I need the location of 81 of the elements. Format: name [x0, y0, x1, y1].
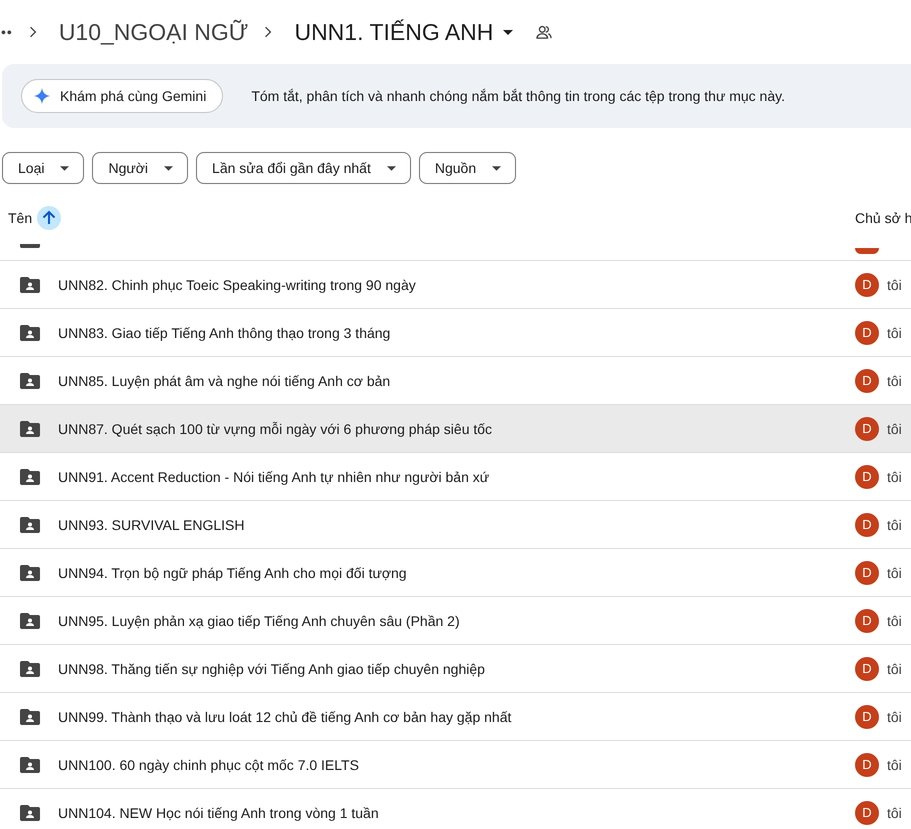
folder-row[interactable]: UNN94. Trọn bộ ngữ pháp Tiếng Anh cho mọi đối tượng D tôi — [0, 549, 911, 597]
chevron-right-icon — [264, 26, 272, 38]
shared-folder-icon — [20, 660, 40, 676]
folder-name: UNN83. Giao tiếp Tiếng Anh thông thạo trong 3 tháng — [58, 324, 390, 340]
avatar: D — [855, 320, 879, 344]
folder-name: UNN95. Luyện phản xạ giao tiếp Tiếng Anh chuyên sâu (Phần 2) — [58, 612, 460, 628]
avatar: D — [855, 368, 879, 392]
more-dots[interactable]: •• — [1, 24, 13, 40]
shared-folder-icon — [20, 468, 40, 484]
folder-row[interactable]: UNN91. Accent Reduction - Nói tiếng Anh tự nhiên như người bản xứ D tôi — [0, 453, 911, 501]
avatar: D — [855, 608, 879, 632]
sparkle-icon — [34, 88, 50, 104]
folder-name: UNN98. Thăng tiến sự nghiệp với Tiếng Anh giao tiếp chuyên nghiệp — [58, 660, 485, 676]
owner-name: tôi — [887, 564, 902, 580]
shared-folder-icon — [20, 372, 40, 388]
owner-name: tôi — [887, 756, 902, 772]
shared-folder-icon — [20, 564, 40, 580]
owner-name: tôi — [887, 324, 902, 340]
folder-row[interactable]: UNN83. Giao tiếp Tiếng Anh thông thạo trong 3 tháng D tôi — [0, 309, 911, 357]
avatar: D — [855, 416, 879, 440]
filter-dropdown[interactable]: Người — [92, 152, 188, 184]
folder-name: UNN93. SURVIVAL ENGLISH — [58, 516, 244, 532]
gemini-button[interactable]: Khám phá cùng Gemini — [21, 79, 224, 113]
folder-name: UNN87. Quét sạch 100 từ vựng mỗi ngày với 6 phương pháp siêu tốc — [58, 420, 492, 436]
avatar: D — [855, 464, 879, 488]
filter-dropdown[interactable]: Loại — [2, 152, 84, 184]
breadcrumb-folder[interactable]: U10_NGOẠI NGỮ — [58, 18, 248, 46]
folder-row[interactable]: UNN99. Thành thạo và lưu loát 12 chủ đề tiếng Anh cơ bản hay gặp nhất D tôi — [0, 693, 911, 741]
owner-name: tôi — [887, 708, 902, 724]
folder-name: UNN100. 60 ngày chinh phục cột mốc 7.0 IELTS — [58, 756, 359, 772]
folder-name: UNN91. Accent Reduction - Nói tiếng Anh tự nhiên như người bản xứ — [58, 468, 490, 484]
folder-icon — [20, 244, 40, 248]
owner-name: tôi — [887, 612, 902, 628]
folder-name: UNN94. Trọn bộ ngữ pháp Tiếng Anh cho mọi đối tượng — [58, 564, 407, 580]
folder-row[interactable]: UNN82. Chinh phục Toeic Speaking-writing trong 90 ngày D tôi — [0, 261, 911, 309]
current-folder-title[interactable]: UNN1. TIẾNG ANH — [294, 18, 494, 46]
folder-row[interactable]: UNN93. SURVIVAL ENGLISH D tôi — [0, 501, 911, 549]
avatar: D — [855, 656, 879, 680]
owner-name: tôi — [887, 276, 902, 292]
shared-folder-icon — [20, 756, 40, 772]
owner-name: tôi — [887, 420, 902, 436]
owner-name: tôi — [887, 516, 902, 532]
gemini-description: Tóm tắt, phân tích và nhanh chóng nắm bắt thông tin trong các tệp trong thư mục này. — [251, 88, 785, 104]
avatar: D — [855, 272, 879, 296]
folder-row[interactable]: UNN98. Thăng tiến sự nghiệp với Tiếng Anh giao tiếp chuyên nghiệp D tôi — [0, 645, 911, 693]
owner-name: tôi — [887, 804, 902, 820]
shared-folder-icon — [20, 324, 40, 340]
avatar: D — [855, 752, 879, 776]
caret-icon — [60, 166, 70, 170]
owner-name: tôi — [887, 468, 902, 484]
caret-icon[interactable] — [503, 30, 514, 34]
folder-name: UNN104. NEW Học nói tiếng Anh trong vòng 1 tuần — [58, 804, 379, 820]
avatar: D — [855, 512, 879, 536]
folder-name: UNN85. Luyện phát âm và nghe nói tiếng Anh cơ bản — [58, 372, 390, 388]
folder-row[interactable]: UNN104. NEW Học nói tiếng Anh trong vòng 1 tuần D tôi — [0, 789, 911, 829]
arrow-up-icon[interactable] — [37, 206, 62, 230]
folder-name: UNN99. Thành thạo và lưu loát 12 chủ đề tiếng Anh cơ bản hay gặp nhất — [58, 708, 512, 724]
column-header[interactable]: Tên — [8, 210, 32, 226]
owner-name: tôi — [887, 660, 902, 676]
caret-icon — [164, 166, 174, 170]
folder-row[interactable]: UNN100. 60 ngày chinh phục cột mốc 7.0 IELTS D tôi — [0, 741, 911, 789]
shared-folder-icon — [20, 612, 40, 628]
shared-folder-icon — [20, 276, 40, 292]
chevron-right-icon — [28, 26, 37, 38]
owner-name: tôi — [887, 372, 902, 388]
folder-name: UNN82. Chinh phục Toeic Speaking-writing trong 90 ngày — [58, 276, 416, 292]
avatar — [855, 248, 879, 254]
avatar: D — [855, 560, 879, 584]
shared-folder-icon — [20, 708, 40, 724]
folder-row[interactable]: UNN87. Quét sạch 100 từ vựng mỗi ngày với 6 phương pháp siêu tốc D tôi — [0, 405, 911, 453]
shared-folder-icon — [20, 804, 40, 820]
people-icon[interactable] — [535, 25, 554, 39]
shared-folder-icon — [20, 516, 40, 532]
filter-dropdown[interactable]: Nguồn — [418, 152, 516, 184]
caret-icon — [386, 166, 396, 170]
avatar: D — [855, 800, 879, 824]
avatar: D — [855, 704, 879, 728]
shared-folder-icon — [20, 420, 40, 436]
filter-dropdown[interactable]: Lần sửa đổi gần đây nhất — [196, 152, 411, 184]
caret-icon — [492, 166, 502, 170]
folder-row[interactable]: UNN95. Luyện phản xạ giao tiếp Tiếng Anh chuyên sâu (Phần 2) D tôi — [0, 597, 911, 645]
